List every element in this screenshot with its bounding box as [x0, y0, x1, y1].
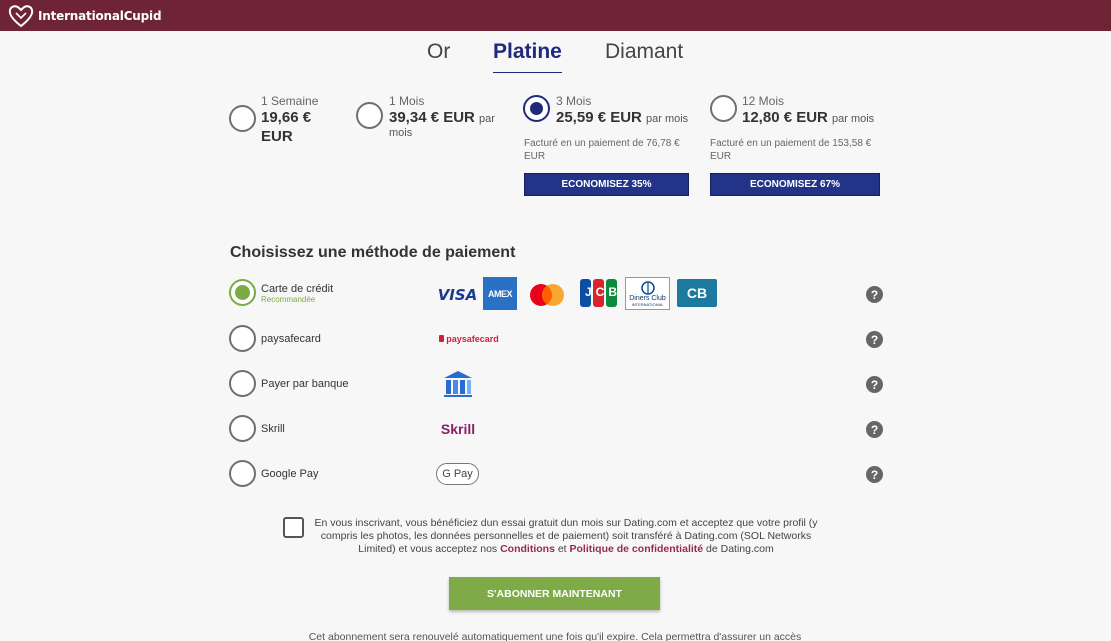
plan-unit: par [479, 113, 495, 125]
skrill-logo-text: Skrill [440, 420, 476, 437]
help-icon[interactable]: ? [866, 421, 883, 438]
payment-radio[interactable] [229, 415, 256, 442]
help-icon[interactable]: ? [866, 331, 883, 348]
logo[interactable]: InternationalCupid [8, 4, 162, 28]
visa-logo-icon: VISA [436, 279, 479, 310]
membership-tabs: Or Platine Diamant [0, 40, 1111, 73]
payment-method-label: Carte de crédit [261, 283, 334, 295]
plan-duration: 1 Semaine [261, 94, 319, 108]
consent-and: et [554, 543, 570, 555]
payment-section-title: Choisissez une méthode de paiement [230, 244, 516, 261]
cb-logo-text: CB [686, 285, 708, 301]
plan-billed: Facturé en un paiement de 153,58 € EUR [710, 138, 872, 162]
jcb-logo-icon: JCB [579, 277, 618, 309]
plan-duration: 3 Mois [556, 94, 592, 108]
bank-logo-icon [436, 368, 479, 399]
payment-radio[interactable] [229, 460, 256, 487]
lock-icon [439, 335, 445, 342]
jcb-logo-text: JCB [585, 285, 622, 299]
plan-duration: 12 Mois [742, 94, 785, 108]
amex-logo-text: AMEX [487, 288, 513, 299]
brand-name: InternationalCupid [38, 8, 162, 23]
payment-method-label: Google Pay [261, 468, 319, 480]
payment-method-label: Payer par banque [261, 378, 349, 390]
consent-checkbox[interactable] [283, 517, 304, 538]
consent-text: En vous inscrivant, vous bénéficiez dun … [312, 517, 820, 556]
payment-radio[interactable] [229, 370, 256, 397]
plan-radio[interactable] [229, 105, 256, 132]
subscribe-button[interactable]: S'ABONNER MAINTENANT [449, 577, 660, 610]
heart-logo-icon [8, 4, 34, 27]
conditions-link[interactable]: Conditions [500, 543, 555, 555]
payment-radio[interactable] [229, 325, 256, 352]
plan-unit: par mois [646, 113, 689, 125]
tab-or[interactable]: Or [427, 40, 450, 64]
mastercard-logo-icon [527, 279, 567, 310]
skrill-logo-icon: Skrill [436, 413, 480, 444]
plan-radio[interactable] [356, 102, 383, 129]
diners-logo-text: Diners Club [629, 294, 666, 302]
help-icon[interactable]: ? [866, 286, 883, 303]
plan-duration: 1 Mois [389, 94, 425, 108]
payment-radio-selected[interactable] [229, 279, 256, 306]
paysafecard-logo-icon: paysafecard [436, 323, 502, 354]
paysafecard-logo-text: paysafecard [446, 333, 499, 344]
google-pay-logo-icon: G Pay [436, 463, 479, 485]
payment-method-label: Skrill [261, 423, 285, 435]
save-35-button[interactable]: ECONOMISEZ 35% [524, 173, 689, 196]
cb-logo-icon: CB [677, 279, 717, 307]
save-67-button[interactable]: ECONOMISEZ 67% [710, 173, 880, 196]
amex-logo-icon: AMEX [483, 277, 517, 310]
plan-price: 12,80 € EUR [742, 109, 828, 126]
auto-renew-note: Cet abonnement sera renouvelé automatiqu… [308, 631, 802, 641]
top-bar: InternationalCupid [0, 0, 1111, 31]
plan-price: 39,34 € EUR [389, 109, 475, 126]
help-icon[interactable]: ? [866, 466, 883, 483]
tab-platine[interactable]: Platine [493, 40, 562, 73]
mastercard-circles-icon [530, 283, 564, 306]
plan-price-currency: EUR [261, 128, 293, 145]
recommended-label: Recommandée [261, 295, 316, 304]
consent-text-end: de Dating.com [703, 543, 774, 555]
tab-diamant[interactable]: Diamant [605, 40, 683, 64]
plan-price: 25,59 € EUR [556, 109, 642, 126]
plan-radio[interactable] [710, 95, 737, 122]
payment-method-label: paysafecard [261, 333, 321, 345]
privacy-policy-link[interactable]: Politique de confidentialité [570, 543, 704, 555]
plan-radio-selected[interactable] [523, 95, 550, 122]
diners-circle-icon [640, 280, 655, 295]
plan-price: 19,66 € [261, 109, 312, 126]
diners-club-logo-icon: Diners Club INTERNATIONAL [625, 277, 670, 310]
google-pay-logo-text: G Pay [442, 468, 473, 480]
bank-building-icon [443, 370, 472, 397]
plan-unit-line2: mois [389, 127, 413, 139]
plan-unit: par mois [832, 113, 875, 125]
plan-billed: Facturé en un paiement de 76,78 € EUR [524, 138, 680, 162]
diners-logo-subtext: INTERNATIONAL [631, 301, 664, 307]
help-icon[interactable]: ? [866, 376, 883, 393]
visa-logo-text: VISA [437, 285, 478, 304]
